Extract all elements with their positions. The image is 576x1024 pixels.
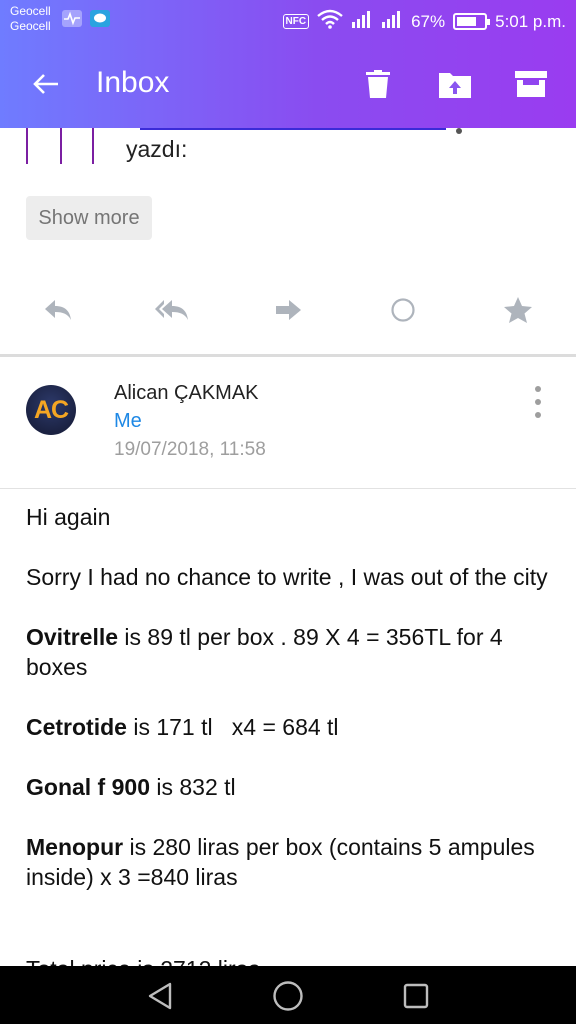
drug-name: Ovitrelle (26, 624, 119, 650)
more-vert-icon (535, 399, 541, 405)
battery-percent: 67% (411, 11, 446, 31)
quote-bar (26, 128, 28, 164)
signal-1-icon (351, 10, 373, 33)
quote-bar (60, 128, 62, 164)
more-vert-icon (535, 386, 541, 392)
mark-unread-button[interactable] (385, 294, 421, 326)
circle-home-icon (273, 981, 303, 1011)
sender-name[interactable]: Alican ÇAKMAK (114, 382, 259, 405)
quote-tail-text: yazdı: (126, 136, 188, 162)
wifi-icon (317, 9, 343, 34)
move-to-folder-button[interactable] (437, 66, 473, 102)
messaging-app-icon (90, 10, 110, 27)
message-date: 19/07/2018, 11:58 (114, 439, 266, 460)
nav-back-button[interactable] (142, 978, 178, 1014)
delete-button[interactable] (360, 66, 396, 102)
top-header: Geocell Geocell NFC 67% 5:01 p.m. Inbox (0, 0, 576, 128)
archive-button[interactable] (513, 66, 549, 102)
health-app-icon (62, 10, 82, 27)
status-right-group: NFC 67% 5:01 p.m. (282, 9, 566, 34)
body-text: Sorry I had no chance to write , I was o… (26, 564, 548, 590)
body-text: is 832 tl (149, 774, 236, 800)
navigation-bar (0, 966, 576, 1024)
body-text: is 171 tl x4 = 684 tl (126, 714, 339, 740)
body-paragraph: Sorry I had no chance to write , I was o… (26, 562, 556, 592)
message-body: Hi again Sorry I had no chance to write … (26, 502, 556, 922)
status-bar: Geocell Geocell NFC 67% 5:01 p.m. (0, 0, 576, 40)
more-options-button[interactable] (526, 384, 550, 420)
archive-icon (515, 71, 547, 97)
carrier-label: Geocell Geocell (10, 4, 51, 34)
recipient-name[interactable]: Me (114, 410, 142, 433)
reply-icon (45, 300, 71, 320)
reply-all-icon (155, 300, 188, 320)
trash-icon (366, 70, 390, 98)
arrow-left-icon (33, 74, 58, 94)
quote-bar (92, 128, 94, 164)
nav-home-button[interactable] (270, 978, 306, 1014)
header-divider (0, 488, 576, 489)
carrier-line-1: Geocell (10, 4, 51, 18)
circle-outline-icon (391, 298, 415, 322)
carrier-line-2: Geocell (10, 19, 51, 33)
app-bar: Inbox (0, 40, 576, 128)
message-divider (0, 354, 576, 357)
nfc-icon: NFC (282, 14, 310, 29)
message-actions (0, 288, 576, 332)
body-paragraph: Menopur is 280 liras per box (contains 5… (26, 832, 556, 892)
clock: 5:01 p.m. (495, 11, 566, 31)
body-paragraph: Hi again (26, 502, 556, 532)
triangle-back-icon (148, 982, 172, 1010)
square-recents-icon (403, 983, 429, 1009)
back-button[interactable] (26, 64, 66, 104)
forward-icon (276, 300, 301, 320)
battery-icon (453, 13, 491, 30)
quote-bars (26, 128, 106, 164)
drug-name: Cetrotide (26, 714, 127, 740)
forward-button[interactable] (270, 294, 306, 326)
punctuation-fragment (456, 128, 462, 134)
signal-2-icon (381, 10, 403, 33)
star-button[interactable] (500, 294, 536, 326)
show-more-button[interactable]: Show more (26, 196, 152, 240)
avatar[interactable]: AC (26, 385, 76, 435)
reply-button[interactable] (40, 294, 76, 326)
body-paragraph: Gonal f 900 is 832 tl (26, 772, 556, 802)
body-paragraph: Ovitrelle is 89 tl per box . 89 X 4 = 35… (26, 622, 556, 682)
page-title: Inbox (96, 66, 170, 99)
notification-icons (62, 10, 110, 27)
body-paragraph: Cetrotide is 171 tl x4 = 684 tl (26, 712, 556, 742)
folder-upload-icon (439, 73, 471, 98)
star-icon (504, 297, 532, 323)
nav-recents-button[interactable] (398, 978, 434, 1014)
drug-name: Gonal f 900 (26, 774, 150, 800)
reply-all-button[interactable] (154, 294, 190, 326)
body-text: Hi again (26, 504, 111, 530)
drug-name: Menopur (26, 834, 124, 860)
more-vert-icon (535, 412, 541, 418)
